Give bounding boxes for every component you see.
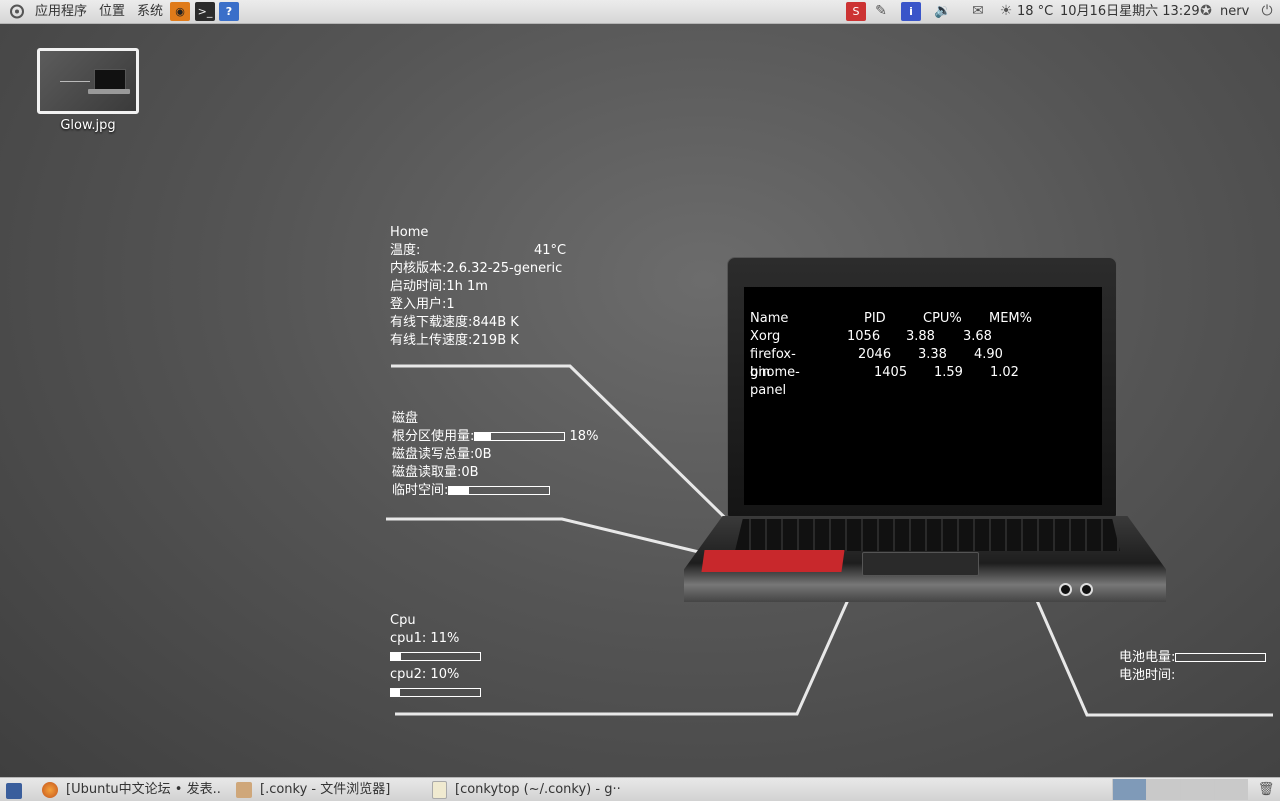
cpu2-bar bbox=[390, 688, 481, 697]
disk-io-total: 磁盘读写总量:0B bbox=[392, 447, 492, 462]
workspace-4[interactable] bbox=[1214, 779, 1248, 800]
proc-cpu: 3.88 bbox=[906, 329, 935, 344]
col-pid: PID bbox=[864, 311, 886, 326]
temperature-row: 温度: 41°C bbox=[390, 242, 566, 260]
root-usage-label: 根分区使用量: bbox=[392, 429, 475, 444]
cpu1-label: cpu1: 11% bbox=[390, 631, 460, 646]
col-name: Name bbox=[750, 311, 789, 326]
disk-read: 磁盘读取量:0B bbox=[392, 465, 479, 480]
conky-battery-info: 电池电量: 电池时间: bbox=[1119, 649, 1267, 685]
folder-icon bbox=[236, 781, 252, 798]
battery-charge-bar bbox=[1175, 653, 1267, 662]
proc-name: Xorg bbox=[750, 329, 781, 344]
bottom-panel: [Ubuntu中文论坛 • 发表... [.conky - 文件浏览器] [co… bbox=[0, 777, 1280, 801]
conky-disk-info: 磁盘 根分区使用量: 18% 磁盘读写总量:0B 磁盘读取量:0B 临时空间: bbox=[392, 410, 598, 500]
conky-system-info: Home 温度: 41°C 内核版本:2.6.32-25-generic 启动时… bbox=[390, 224, 566, 350]
battery-charge-row: 电池电量: bbox=[1119, 649, 1267, 667]
uptime: 启动时间:1h 1m bbox=[390, 279, 488, 294]
temperature-label: 温度: bbox=[390, 243, 421, 258]
col-mem: MEM% bbox=[989, 311, 1032, 326]
trash-icon[interactable]: 🗑 bbox=[1256, 778, 1276, 801]
taskbar-item-label: [conkytop (~/.conky) - g··· bbox=[455, 782, 622, 797]
taskbar-item-file-browser[interactable]: [.conky - 文件浏览器] bbox=[236, 778, 416, 801]
taskbar-item-firefox[interactable]: [Ubuntu中文论坛 • 发表... bbox=[42, 778, 222, 801]
root-usage-bar bbox=[474, 432, 566, 441]
root-usage-percent: 18% bbox=[569, 429, 599, 444]
text-editor-icon bbox=[432, 780, 447, 799]
section-title: Cpu bbox=[390, 613, 416, 628]
proc-mem: 4.90 bbox=[974, 347, 1003, 362]
show-desktop-icon bbox=[6, 783, 22, 799]
section-title: Home bbox=[390, 225, 429, 240]
logged-users: 登入用户:1 bbox=[390, 297, 455, 312]
tmp-space-row: 临时空间: bbox=[392, 482, 598, 500]
cpu2-bar-row bbox=[390, 684, 481, 702]
conky-cpu-info: Cpu cpu1: 11% cpu2: 10% bbox=[390, 612, 481, 702]
battery-time-label: 电池时间: bbox=[1119, 668, 1176, 683]
upload-speed: 有线上传速度:219B K bbox=[390, 333, 519, 348]
proc-mem: 1.02 bbox=[990, 365, 1019, 380]
firefox-icon bbox=[42, 781, 58, 798]
proc-mem: 3.68 bbox=[963, 329, 992, 344]
workspace-2[interactable] bbox=[1146, 779, 1180, 800]
proc-pid: 1405 bbox=[874, 365, 908, 380]
temperature-value: 41°C bbox=[534, 243, 567, 258]
cpu1-bar bbox=[390, 652, 481, 661]
root-usage-row: 根分区使用量: 18% bbox=[392, 428, 598, 446]
show-desktop-button[interactable] bbox=[4, 778, 26, 801]
taskbar-item-label: [Ubuntu中文论坛 • 发表... bbox=[66, 782, 222, 797]
col-cpu: CPU% bbox=[923, 311, 962, 326]
download-speed: 有线下载速度:844B K bbox=[390, 315, 519, 330]
proc-name: gnome-panel bbox=[750, 365, 800, 398]
cpu2-label: cpu2: 10% bbox=[390, 667, 460, 682]
proc-cpu: 1.59 bbox=[934, 365, 963, 380]
workspace-1[interactable] bbox=[1112, 779, 1146, 800]
cpu1-bar-row bbox=[390, 648, 481, 666]
proc-pid: 2046 bbox=[858, 347, 892, 362]
taskbar-item-label: [.conky - 文件浏览器] bbox=[260, 782, 391, 797]
section-title: 磁盘 bbox=[392, 411, 419, 426]
workspace-3[interactable] bbox=[1180, 779, 1214, 800]
proc-cpu: 3.38 bbox=[918, 347, 947, 362]
tmp-space-label: 临时空间: bbox=[392, 483, 449, 498]
tmp-space-bar bbox=[448, 486, 551, 495]
proc-pid: 1056 bbox=[847, 329, 881, 344]
kernel-version: 内核版本:2.6.32-25-generic bbox=[390, 261, 563, 276]
battery-charge-label: 电池电量: bbox=[1119, 650, 1176, 665]
taskbar-item-gedit[interactable]: [conkytop (~/.conky) - g··· bbox=[432, 778, 622, 801]
